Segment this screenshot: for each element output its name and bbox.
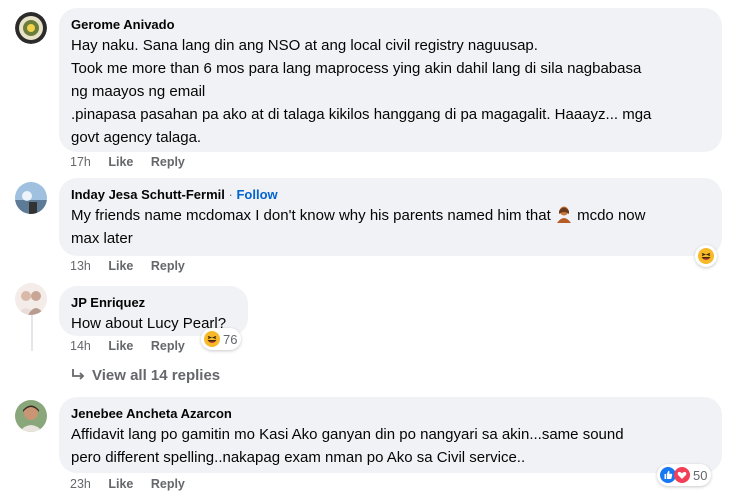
laugh-emoji-icon — [698, 248, 714, 264]
reply-arrow-icon — [72, 369, 85, 380]
reaction-badge[interactable] — [695, 245, 717, 267]
comment-line: govt agency talaga. — [71, 129, 202, 146]
separator-dot: · — [228, 187, 233, 202]
reaction-count: 50 — [693, 467, 708, 483]
comment-bubble: Inday Jesa Schutt-Fermil · Follow My fri… — [59, 178, 722, 256]
comment-text: Affidavit lang po gamitin mo Kasi Ako ga… — [71, 423, 710, 469]
comment-bubble: Jenebee Ancheta Azarcon Affidavit lang p… — [59, 397, 722, 473]
view-replies-link[interactable]: View all 14 replies — [70, 367, 220, 384]
comment-line: My friends name mcdomax I don't know why… — [71, 204, 710, 227]
avatar[interactable] — [15, 12, 47, 44]
comment-line-text: My friends name mcdomax I don't know why… — [71, 207, 551, 224]
comment-text: My friends name mcdomax I don't know why… — [71, 204, 710, 250]
like-button[interactable]: Like — [108, 259, 133, 273]
love-icon — [674, 467, 690, 483]
comment-author[interactable]: JP Enriquez — [71, 294, 236, 311]
comment-text: Hay naku. Sana lang din ang NSO at ang l… — [71, 34, 710, 149]
comment-actions: 13h Like Reply — [70, 259, 199, 273]
comment-time[interactable]: 13h — [70, 259, 91, 273]
comment-author-line: Inday Jesa Schutt-Fermil · Follow — [71, 186, 710, 203]
comment-line: Affidavit lang po gamitin mo Kasi Ako ga… — [71, 426, 624, 443]
avatar[interactable] — [15, 400, 47, 432]
like-button[interactable]: Like — [108, 155, 133, 169]
comment-time[interactable]: 14h — [70, 339, 91, 353]
comment-actions: 17h Like Reply — [70, 155, 199, 169]
avatar[interactable] — [15, 182, 47, 214]
comment-time[interactable]: 17h — [70, 155, 91, 169]
reply-button[interactable]: Reply — [151, 259, 185, 273]
reply-button[interactable]: Reply — [151, 477, 185, 491]
reaction-count: 76 — [223, 331, 238, 347]
follow-button[interactable]: Follow — [236, 187, 277, 202]
comment-actions: 14h Like Reply — [70, 339, 199, 353]
comment-line: max later — [71, 230, 133, 247]
comment-line: ng maayos ng email — [71, 83, 206, 100]
comment-line-text: mcdo now — [577, 207, 646, 224]
like-button[interactable]: Like — [108, 477, 133, 491]
comment-bubble: Gerome Anivado Hay naku. Sana lang din a… — [59, 8, 722, 152]
comment-author[interactable]: Gerome Anivado — [71, 16, 710, 33]
avatar[interactable] — [15, 283, 47, 315]
comment-line: .pinapasa pasahan pa ako at di talaga ki… — [71, 106, 652, 123]
comment-line: Took me more than 6 mos para lang maproc… — [71, 60, 642, 77]
laugh-emoji-icon — [204, 331, 220, 347]
comment-line: Hay naku. Sana lang din ang NSO at ang l… — [71, 37, 538, 54]
like-button[interactable]: Like — [108, 339, 133, 353]
reaction-badge[interactable]: 76 — [201, 328, 242, 350]
comment-time[interactable]: 23h — [70, 477, 91, 491]
comment-author[interactable]: Jenebee Ancheta Azarcon — [71, 405, 710, 422]
person-emoji-icon — [555, 205, 573, 223]
comment-author[interactable]: Inday Jesa Schutt-Fermil — [71, 187, 225, 202]
comment-actions: 23h Like Reply — [70, 477, 199, 491]
reply-button[interactable]: Reply — [151, 155, 185, 169]
reaction-badge[interactable]: 50 — [657, 464, 712, 486]
comment-line: pero different spelling..nakapag exam nm… — [71, 449, 526, 466]
view-replies-label: View all 14 replies — [92, 367, 221, 384]
reply-button[interactable]: Reply — [151, 339, 185, 353]
